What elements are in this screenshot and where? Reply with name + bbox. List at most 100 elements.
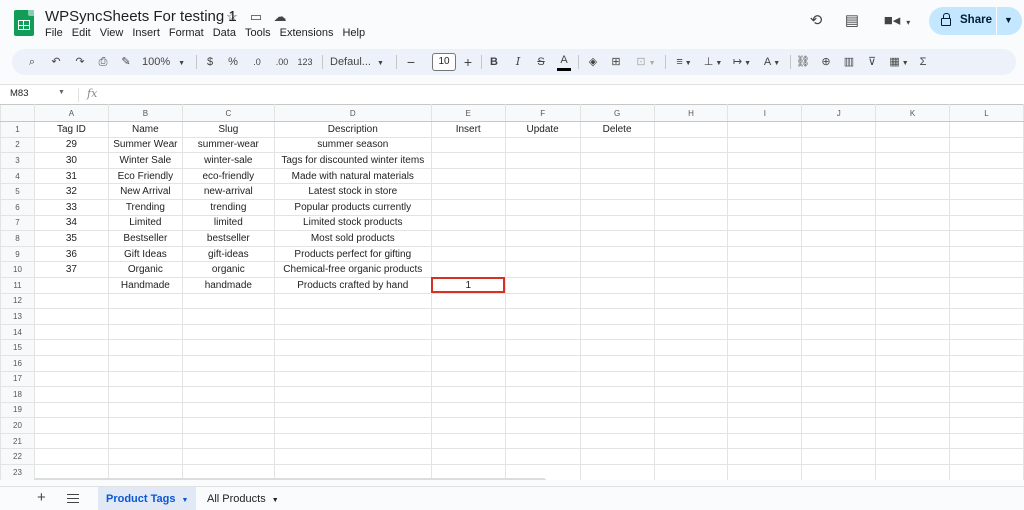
cell[interactable]: [107, 386, 183, 403]
horizontal-scrollbar[interactable]: [34, 478, 546, 480]
cell[interactable]: [273, 308, 432, 325]
cell[interactable]: [801, 136, 877, 154]
cell[interactable]: [801, 386, 877, 403]
cell[interactable]: [875, 386, 951, 403]
all-sheets-icon[interactable]: [67, 494, 79, 503]
cell[interactable]: [875, 214, 951, 232]
cell[interactable]: Trending: [107, 198, 183, 216]
cell[interactable]: [33, 276, 109, 294]
add-sheet-icon[interactable]: +: [37, 489, 46, 506]
cell[interactable]: [727, 354, 803, 372]
column-header[interactable]: J: [801, 104, 877, 122]
cell[interactable]: [181, 432, 275, 450]
cell[interactable]: [653, 417, 729, 434]
cell[interactable]: Summer Wear: [107, 136, 183, 154]
cell[interactable]: [181, 448, 275, 466]
row-header[interactable]: 23: [0, 464, 35, 480]
cell[interactable]: [653, 323, 729, 341]
cell[interactable]: [273, 339, 432, 356]
cell[interactable]: Bestseller: [107, 230, 183, 247]
column-header[interactable]: F: [504, 104, 581, 122]
cell[interactable]: [653, 339, 729, 356]
cell[interactable]: [875, 245, 951, 263]
cell[interactable]: [653, 464, 729, 480]
cell[interactable]: [33, 401, 109, 419]
cell[interactable]: [579, 432, 655, 450]
cell[interactable]: Tags for discounted winter items: [273, 152, 432, 169]
cell[interactable]: [801, 152, 877, 169]
cell[interactable]: [875, 448, 951, 466]
cell[interactable]: [875, 417, 951, 434]
cell[interactable]: [430, 432, 506, 450]
cell[interactable]: [727, 136, 803, 154]
cell[interactable]: [875, 183, 951, 200]
cell[interactable]: [653, 230, 729, 247]
cell[interactable]: [949, 230, 1024, 247]
cell[interactable]: [949, 276, 1024, 294]
cell[interactable]: [875, 152, 951, 169]
cell[interactable]: [801, 261, 877, 278]
cell[interactable]: [727, 292, 803, 310]
cell[interactable]: [33, 323, 109, 341]
cell[interactable]: [949, 261, 1024, 278]
cell[interactable]: 31: [33, 167, 109, 185]
tab-all-products[interactable]: All Products ▼: [199, 487, 287, 510]
cell[interactable]: [727, 183, 803, 200]
cell[interactable]: [653, 198, 729, 216]
cell[interactable]: Made with natural materials: [273, 167, 432, 185]
cell[interactable]: [504, 245, 581, 263]
cell[interactable]: Insert: [430, 121, 506, 138]
cell[interactable]: [801, 417, 877, 434]
cell[interactable]: [949, 152, 1024, 169]
menu-item-view[interactable]: View: [100, 27, 124, 39]
insert-link-icon[interactable]: ⛓: [795, 49, 811, 75]
cell[interactable]: [653, 370, 729, 388]
redo-icon[interactable]: ↷: [72, 49, 88, 75]
cell[interactable]: [875, 121, 951, 138]
cell[interactable]: [579, 183, 655, 200]
cell[interactable]: [107, 448, 183, 466]
cell[interactable]: [181, 370, 275, 388]
cell[interactable]: [579, 386, 655, 403]
merge-cells-icon[interactable]: ⊡ ▼: [632, 49, 660, 75]
cell[interactable]: [875, 261, 951, 278]
cell[interactable]: Tag ID: [33, 121, 109, 138]
cell[interactable]: [727, 167, 803, 185]
cell[interactable]: [801, 323, 877, 341]
cell[interactable]: [579, 152, 655, 169]
cell[interactable]: [727, 417, 803, 434]
row-header[interactable]: 10: [0, 261, 35, 278]
filter-views-icon[interactable]: ▦ ▼: [886, 49, 912, 75]
cell[interactable]: [181, 323, 275, 341]
cell[interactable]: bestseller: [181, 230, 275, 247]
cell[interactable]: [107, 323, 183, 341]
cell[interactable]: [727, 198, 803, 216]
row-header[interactable]: 14: [0, 323, 35, 341]
cell[interactable]: [273, 323, 432, 341]
row-header[interactable]: 4: [0, 167, 35, 185]
cell[interactable]: [653, 261, 729, 278]
cell[interactable]: [801, 354, 877, 372]
sheets-logo-icon[interactable]: [14, 10, 34, 36]
row-header[interactable]: 2: [0, 136, 35, 154]
row-header[interactable]: 1: [0, 121, 35, 138]
cell[interactable]: [430, 136, 506, 154]
cell[interactable]: [504, 152, 581, 169]
cell[interactable]: [430, 183, 506, 200]
comments-icon[interactable]: ▤: [842, 11, 862, 31]
cell[interactable]: [181, 401, 275, 419]
cell[interactable]: trending: [181, 198, 275, 216]
cell[interactable]: [504, 230, 581, 247]
cell[interactable]: [801, 448, 877, 466]
cell[interactable]: [504, 339, 581, 356]
cell[interactable]: [949, 354, 1024, 372]
cell[interactable]: Products perfect for gifting: [273, 245, 432, 263]
cell[interactable]: [653, 183, 729, 200]
cell[interactable]: [949, 432, 1024, 450]
cell[interactable]: [107, 370, 183, 388]
cell[interactable]: Chemical-free organic products: [273, 261, 432, 278]
cell[interactable]: [107, 401, 183, 419]
cell[interactable]: [801, 401, 877, 419]
cell[interactable]: [875, 167, 951, 185]
cell[interactable]: [579, 448, 655, 466]
